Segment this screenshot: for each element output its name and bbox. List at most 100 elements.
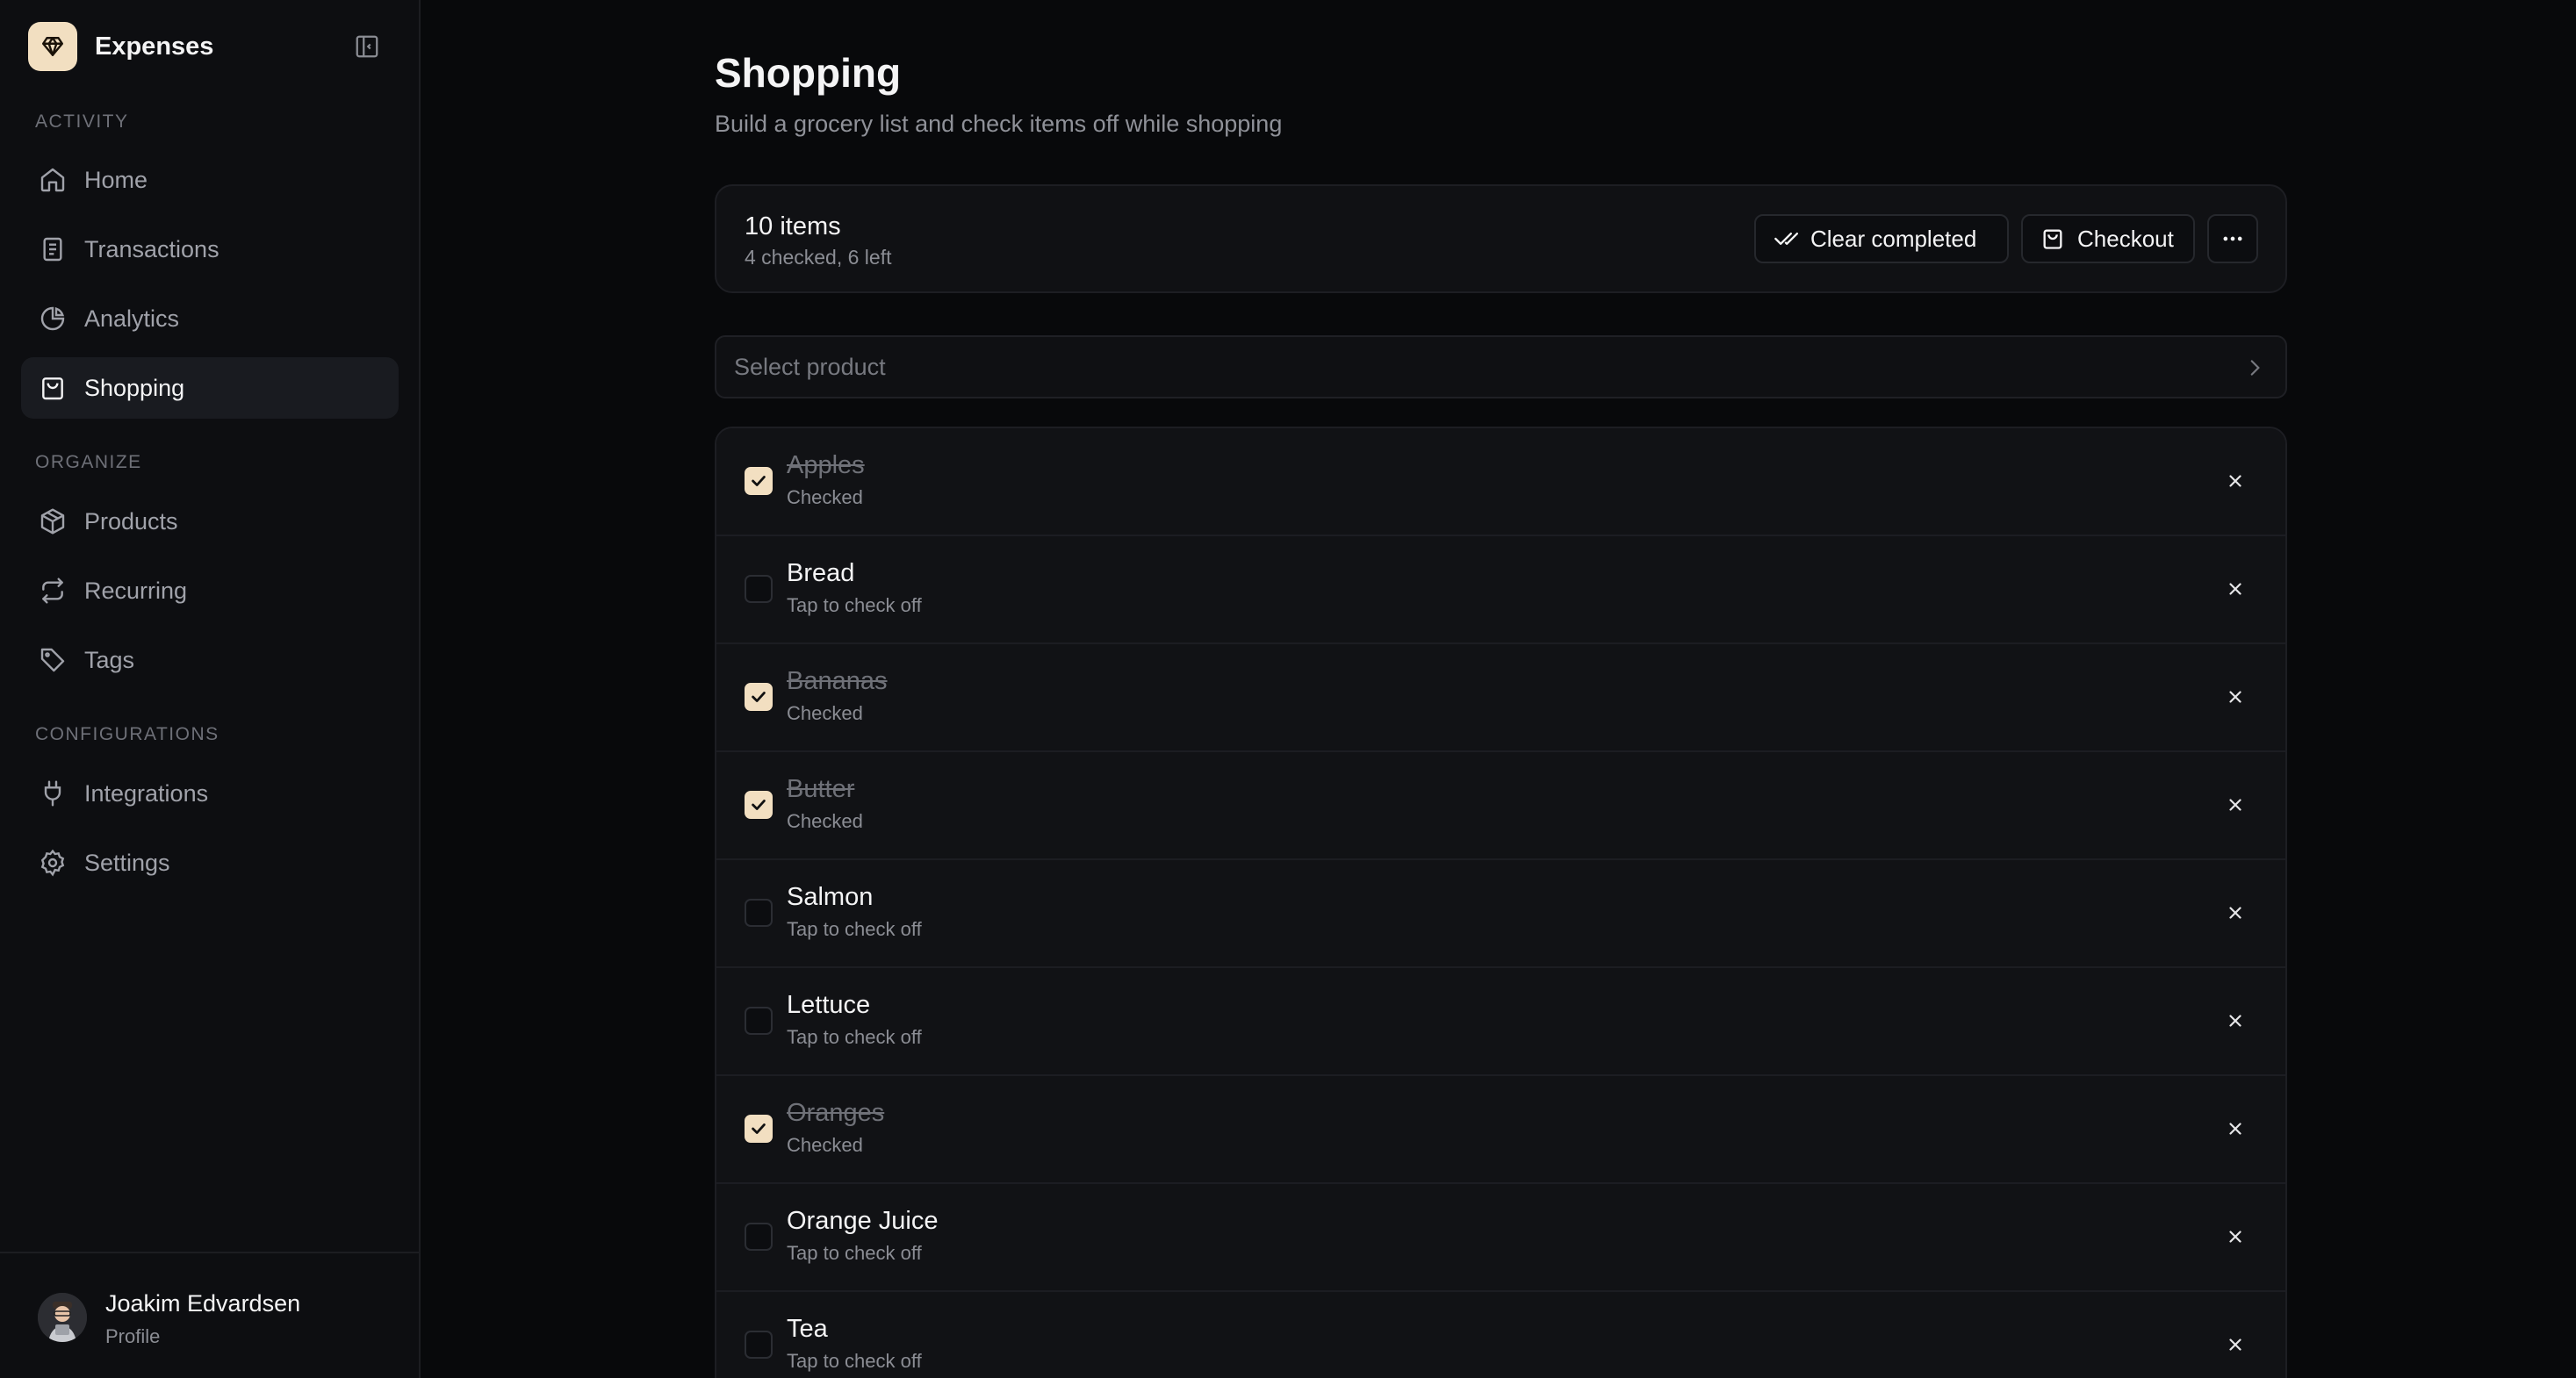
item-name: Bananas [787, 667, 888, 695]
sidebar-item-label: Integrations [84, 779, 209, 807]
list-item[interactable]: Lettuce Tap to check off [716, 968, 2285, 1076]
sidebar-item-label: Analytics [84, 305, 180, 332]
clear-completed-label: Clear completed [1810, 225, 1977, 252]
item-checkbox[interactable] [745, 575, 773, 603]
double-check-icon [1774, 233, 1798, 245]
item-progress: 4 checked, 6 left [745, 246, 892, 269]
repeat-icon [42, 578, 63, 604]
item-name: Salmon [787, 883, 874, 911]
list-item[interactable]: Salmon Tap to check off [716, 860, 2285, 968]
sidebar-item-home[interactable]: Home [21, 149, 399, 211]
shopping-list: Apples Checked Bread Tap to check off Ba… [715, 427, 2287, 1378]
avatar[interactable] [38, 1293, 87, 1342]
tag-icon [40, 648, 65, 672]
item-checkbox[interactable] [745, 467, 773, 495]
home-icon [40, 168, 65, 192]
page-title: Shopping [715, 50, 902, 96]
close-icon[interactable] [2223, 1116, 2248, 1141]
sidebar-item-label: Home [84, 166, 148, 193]
close-icon[interactable] [2223, 1224, 2248, 1249]
check-icon [752, 1123, 766, 1134]
sidebar-item-settings[interactable]: Settings [21, 832, 399, 894]
item-status: Tap to check off [787, 594, 922, 616]
item-name: Tea [787, 1315, 828, 1343]
more-options-button[interactable] [2207, 214, 2258, 263]
item-checkbox[interactable] [745, 1115, 773, 1143]
sidebar-item-label: Settings [84, 849, 170, 876]
list-item[interactable]: Butter Checked [716, 752, 2285, 860]
close-icon[interactable] [2223, 577, 2248, 601]
sidebar-item-shopping[interactable]: Shopping [21, 357, 399, 419]
shopping-bag-icon [2043, 229, 2062, 249]
list-item[interactable]: Apples Checked [716, 428, 2285, 536]
list-item[interactable]: Bread Tap to check off [716, 536, 2285, 644]
package-icon [40, 508, 65, 535]
check-icon [752, 692, 766, 702]
item-checkbox[interactable] [745, 683, 773, 711]
item-count: 10 items [745, 212, 841, 240]
section-label-configurations: CONFIGURATIONS [35, 724, 219, 744]
item-status: Tap to check off [787, 918, 922, 940]
item-checkbox[interactable] [745, 1007, 773, 1035]
item-status: Checked [787, 486, 863, 508]
section-label-activity: ACTIVITY [35, 111, 129, 132]
ellipsis-icon [2223, 236, 2242, 241]
close-icon[interactable] [2223, 469, 2248, 493]
select-product-placeholder: Select product [734, 353, 886, 380]
receipt-icon [43, 237, 62, 262]
sidebar-item-products[interactable]: Products [21, 491, 399, 552]
sidebar-toggle-icon[interactable] [353, 32, 381, 61]
list-item[interactable]: Orange Juice Tap to check off [716, 1184, 2285, 1292]
sidebar-item-label: Shopping [84, 374, 185, 401]
profile-subtitle: Profile [105, 1325, 161, 1347]
select-product-dropdown[interactable]: Select product [715, 335, 2287, 398]
profile-name[interactable]: Joakim Edvardsen [105, 1290, 300, 1317]
list-item[interactable]: Bananas Checked [716, 644, 2285, 752]
sidebar-item-label: Recurring [84, 577, 188, 604]
close-icon[interactable] [2223, 1332, 2248, 1357]
item-status: Checked [787, 702, 863, 724]
sidebar-item-tags[interactable]: Tags [21, 629, 399, 691]
item-checkbox[interactable] [745, 791, 773, 819]
brand[interactable]: Expenses [28, 22, 213, 71]
check-icon [752, 476, 766, 486]
close-icon[interactable] [2223, 793, 2248, 817]
chevron-right-icon [2250, 360, 2260, 376]
item-checkbox[interactable] [745, 1331, 773, 1359]
item-status: Checked [787, 810, 863, 832]
list-item[interactable]: Oranges Checked [716, 1076, 2285, 1184]
sidebar-item-integrations[interactable]: Integrations [21, 763, 399, 824]
list-item[interactable]: Tea Tap to check off [716, 1292, 2285, 1378]
sidebar-item-label: Tags [84, 646, 135, 673]
checkout-button[interactable]: Checkout [2021, 214, 2195, 263]
sidebar-item-transactions[interactable]: Transactions [21, 219, 399, 280]
item-status: Tap to check off [787, 1242, 922, 1264]
sidebar-item-label: Transactions [84, 235, 219, 262]
item-name: Orange Juice [787, 1207, 939, 1235]
item-name: Lettuce [787, 991, 871, 1019]
pie-chart-icon [40, 306, 65, 331]
item-name: Oranges [787, 1099, 885, 1127]
sidebar: Expenses ACTIVITY Home Transactions Anal… [0, 0, 421, 1378]
section-label-organize: ORGANIZE [35, 452, 142, 472]
close-icon[interactable] [2223, 1008, 2248, 1033]
summary-card: 10 items 4 checked, 6 left Clear complet… [715, 184, 2287, 293]
sidebar-item-label: Products [84, 507, 178, 535]
item-checkbox[interactable] [745, 1223, 773, 1251]
app-name: Expenses [95, 32, 214, 61]
page-subtitle: Build a grocery list and check items off… [715, 111, 1283, 137]
plug-icon [44, 780, 61, 807]
item-status: Tap to check off [787, 1026, 922, 1048]
item-name: Bread [787, 559, 855, 587]
divider [0, 1252, 421, 1253]
close-icon[interactable] [2223, 901, 2248, 925]
sidebar-item-analytics[interactable]: Analytics [21, 288, 399, 349]
item-status: Checked [787, 1134, 863, 1156]
item-checkbox[interactable] [745, 899, 773, 927]
sidebar-item-recurring[interactable]: Recurring [21, 560, 399, 621]
close-icon[interactable] [2223, 685, 2248, 709]
item-name: Apples [787, 451, 865, 479]
shopping-bag-icon [42, 377, 63, 400]
clear-completed-button[interactable]: Clear completed [1754, 214, 2009, 263]
check-icon [752, 800, 766, 810]
